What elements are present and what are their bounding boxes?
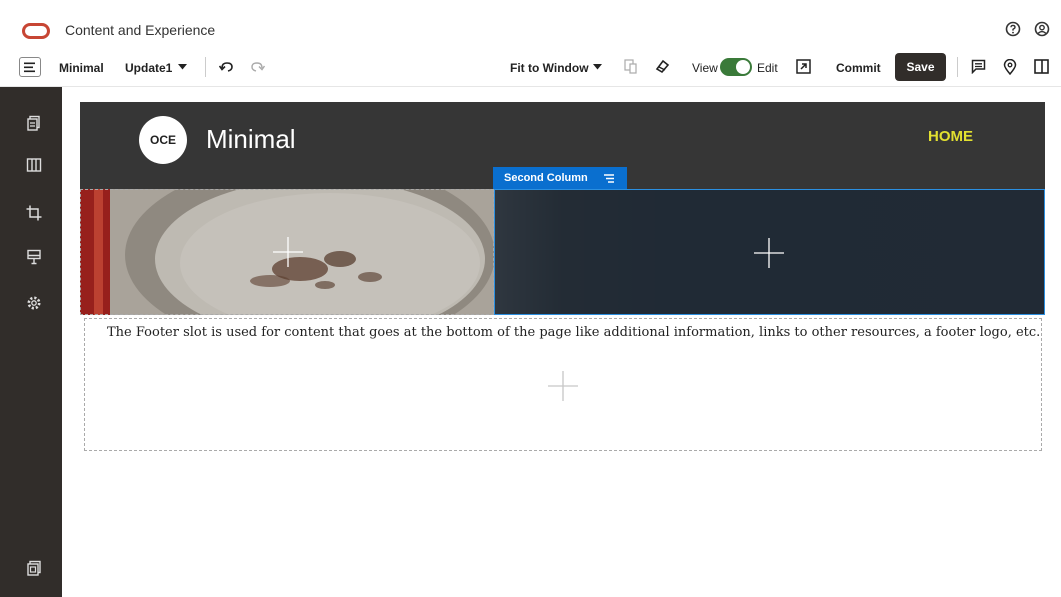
theme-icon[interactable] xyxy=(26,249,42,265)
crop-icon[interactable] xyxy=(26,205,42,221)
app-title: Content and Experience xyxy=(65,22,216,38)
redo-icon[interactable] xyxy=(249,60,265,74)
commit-button[interactable]: Commit xyxy=(836,61,881,75)
pages-icon[interactable] xyxy=(26,115,42,131)
oracle-logo-icon[interactable] xyxy=(22,23,50,39)
site-logo[interactable]: OCE xyxy=(139,116,187,164)
left-rail xyxy=(0,87,62,597)
open-in-new-icon[interactable] xyxy=(796,59,811,74)
toggle-knob xyxy=(736,60,750,74)
menu-button[interactable] xyxy=(19,57,41,77)
user-icon[interactable] xyxy=(1034,21,1050,37)
add-component-icon[interactable] xyxy=(548,371,578,401)
chevron-down-icon[interactable] xyxy=(178,64,187,70)
location-pin-icon[interactable] xyxy=(1003,59,1017,75)
divider xyxy=(205,57,206,77)
save-button[interactable]: Save xyxy=(895,53,946,81)
slot-menu-icon[interactable] xyxy=(603,173,614,183)
view-label[interactable]: View xyxy=(692,61,718,75)
eraser-icon[interactable] xyxy=(655,59,670,74)
components-icon[interactable] xyxy=(26,157,42,173)
site-name: Minimal xyxy=(206,124,296,154)
settings-icon[interactable] xyxy=(26,295,42,311)
toolbar: Minimal Update1 Fit to Window View Edit xyxy=(0,47,1061,87)
hamburger-icon xyxy=(24,62,35,73)
zoom-selector[interactable]: Fit to Window xyxy=(510,61,589,75)
edit-label[interactable]: Edit xyxy=(757,61,778,75)
view-edit-toggle[interactable] xyxy=(720,58,752,76)
comments-icon[interactable] xyxy=(971,59,986,74)
add-component-icon[interactable] xyxy=(754,238,784,268)
chevron-down-icon[interactable] xyxy=(593,64,602,70)
help-icon[interactable] xyxy=(1005,21,1021,37)
add-component-icon[interactable] xyxy=(273,237,303,267)
footer-description: The Footer slot is used for content that… xyxy=(107,325,1041,340)
site-name-label: Minimal xyxy=(59,61,104,75)
app: Content and Experience Minimal Update1 F… xyxy=(0,0,1061,597)
nav-home-link[interactable]: HOME xyxy=(928,128,973,145)
undo-icon[interactable] xyxy=(219,60,235,74)
divider xyxy=(957,57,958,77)
second-column-tab[interactable]: Second Column xyxy=(493,167,627,189)
device-preview-icon[interactable] xyxy=(624,59,638,75)
update-selector[interactable]: Update1 xyxy=(125,61,172,75)
app-header: Content and Experience xyxy=(0,0,1061,47)
site-icon[interactable] xyxy=(26,560,42,576)
side-panel-icon[interactable] xyxy=(1034,59,1049,74)
second-column-label: Second Column xyxy=(504,172,588,184)
